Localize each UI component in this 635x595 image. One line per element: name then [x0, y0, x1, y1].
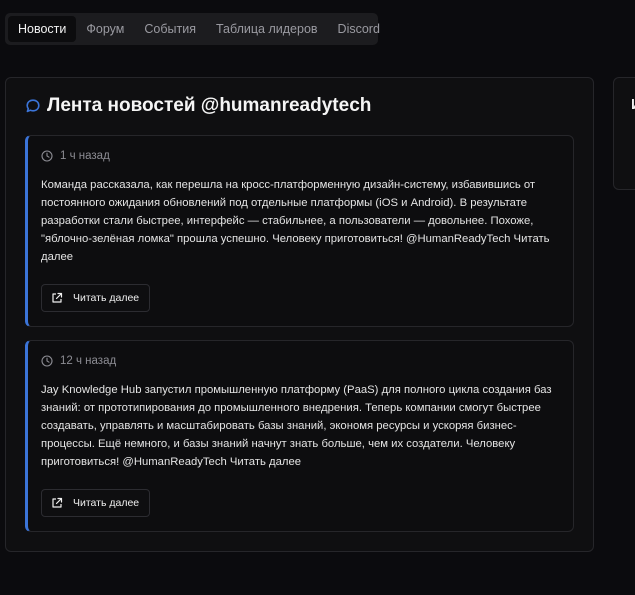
external-link-icon [51, 497, 63, 509]
news-post: 1 ч назад Команда рассказала, как перешл… [25, 135, 574, 327]
read-more-label: Читать далее [73, 292, 140, 304]
tab-events[interactable]: События [134, 16, 206, 42]
news-feed-panel: Лента новостей @humanreadytech 1 ч назад… [5, 77, 594, 552]
post-time-label: 1 ч назад [60, 150, 110, 162]
feed-title: Лента новостей @humanreadytech [47, 95, 372, 116]
external-link-icon [51, 292, 63, 304]
read-more-button[interactable]: Читать далее [41, 284, 151, 312]
clock-icon [41, 355, 53, 367]
tab-news[interactable]: Новости [8, 16, 77, 42]
tab-leaderboard[interactable]: Таблица лидеров [206, 16, 328, 42]
read-more-label: Читать далее [73, 497, 140, 509]
news-post: 12 ч назад Jay Knowledge Hub запустил пр… [25, 340, 574, 532]
side-panel-title: И [631, 96, 635, 113]
post-time: 1 ч назад [41, 150, 110, 162]
post-text: Команда рассказала, как перешла на кросс… [41, 179, 550, 263]
post-time: 12 ч назад [41, 355, 116, 367]
tab-forum[interactable]: Форум [76, 16, 134, 42]
side-panel: И [613, 77, 635, 190]
chat-bubble-icon [25, 97, 43, 115]
clock-icon [41, 150, 53, 162]
post-text: Jay Knowledge Hub запустил промышленную … [41, 384, 552, 468]
read-more-button[interactable]: Читать далее [41, 489, 151, 517]
feed-header: Лента новостей @humanreadytech [25, 95, 371, 117]
tab-discord[interactable]: Discord [328, 16, 390, 42]
post-time-label: 12 ч назад [60, 355, 117, 367]
nav-tabs: Новости Форум События Таблица лидеров Di… [5, 13, 380, 45]
